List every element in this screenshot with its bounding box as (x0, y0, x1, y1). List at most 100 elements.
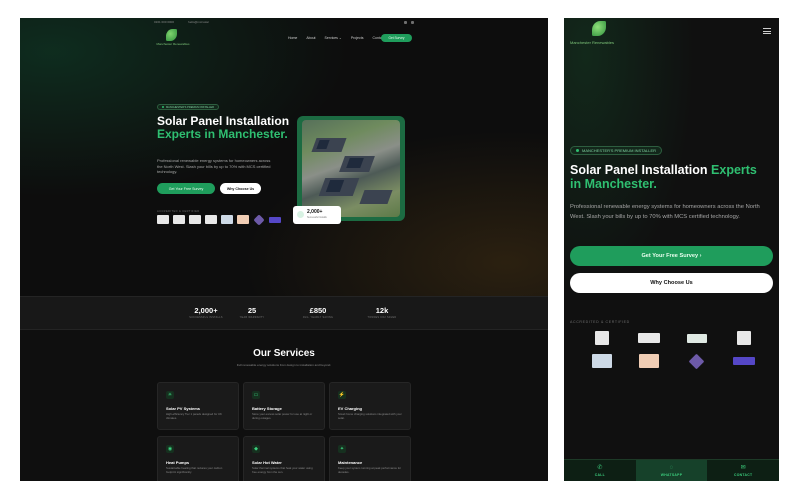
accredited-label: ACCREDITED & CERTIFIED (157, 210, 200, 213)
wrench-icon: ✦ (338, 445, 346, 453)
stat-label: TONNES CO2 SAVED (367, 316, 397, 319)
bottom-nav-contact[interactable]: ✉ CONTACT (707, 460, 779, 481)
bottom-nav-call[interactable]: ✆ CALL (564, 460, 636, 481)
napit-logo (189, 215, 201, 224)
service-title: Heat Pumps (166, 460, 190, 465)
stat-saving: £850 AVG. YEARLY SAVING (288, 306, 348, 319)
hero-badge-text: MANCHESTER'S PREMIUM INSTALLER (166, 105, 215, 109)
mobile-hero-title: Solar Panel Installation Experts in Manc… (570, 163, 770, 191)
service-title: EV Charging (338, 406, 363, 411)
service-title: Maintenance (338, 460, 363, 465)
stat-value: 25 (247, 306, 257, 315)
main-nav: Manchester Renewables Home About Service… (20, 28, 548, 52)
free-survey-button[interactable]: Get Your Free Survey (157, 183, 215, 194)
partner-logo (269, 216, 281, 223)
stat-card-label: Successful Installs (307, 216, 327, 219)
bottom-nav-whatsapp[interactable]: ◌ WHATSAPP (635, 460, 708, 481)
social-links (404, 20, 414, 24)
recc-logo (737, 331, 752, 345)
mobile-hero-description: Professional renewable energy systems fo… (570, 204, 760, 220)
service-title: Battery Storage (252, 406, 282, 411)
nav-item-home[interactable]: Home (288, 36, 297, 40)
services-subtitle: Full renewable energy solutions from des… (236, 363, 332, 367)
service-desc: Smart home charging solutions integrated… (338, 412, 402, 420)
mobile-accreditation-logos (578, 331, 768, 369)
accreditation-logos (157, 213, 281, 226)
facebook-icon[interactable] (404, 20, 407, 24)
top-bar: 0161 000 0000 hello@mcrsolar (20, 18, 548, 26)
stat-co2: 12k TONNES CO2 SAVED (352, 306, 412, 319)
hero-badge: MANCHESTER'S PREMIUM INSTALLER (157, 104, 220, 110)
services-title: Our Services (253, 348, 315, 359)
bottom-nav-label: CALL (594, 472, 605, 477)
service-card-maintenance[interactable]: ✦ Maintenance Keep your system running a… (329, 436, 411, 481)
leaf-logo-icon (166, 29, 177, 41)
mobile-hero-title-main: Solar Panel Installation (570, 163, 708, 177)
service-card-solar-pv[interactable]: ☀ Solar PV Systems High-efficiency Tier … (157, 382, 239, 430)
service-card-hot-water[interactable]: ◆ Solar Hot Water Solar thermal systems … (243, 436, 325, 481)
services-section: Our Services Full renewable energy solut… (20, 330, 548, 481)
battery-icon: ▭ (252, 391, 260, 399)
instagram-icon[interactable] (411, 20, 414, 24)
service-card-heat-pumps[interactable]: ◉ Heat Pumps Sustainable heating that re… (157, 436, 239, 481)
certification-logo (221, 215, 233, 224)
top-bar-email[interactable]: hello@mcrsolar (188, 20, 209, 24)
desktop-view: 0161 000 0000 hello@mcrsolar Manchester … (20, 18, 548, 481)
hero-title-accent: Experts (157, 126, 202, 141)
mobile-accredited-label: ACCREDITED & CERTIFIED (570, 320, 630, 324)
trustmark-logo (638, 333, 661, 343)
nav-cta-button[interactable]: Get Survey (381, 34, 412, 42)
service-title: Solar PV Systems (166, 406, 201, 411)
plug-icon: ⚡ (338, 391, 346, 399)
installs-stat-card: 2,000+ Successful Installs (293, 206, 341, 224)
nav-item-about[interactable]: About (306, 36, 315, 40)
badge-dot-icon (576, 149, 579, 152)
stat-value: 12k (375, 306, 389, 315)
top-bar-phone[interactable]: 0161 000 0000 (154, 20, 174, 24)
mobile-hero-badge-text: MANCHESTER'S PREMIUM INSTALLER (582, 148, 657, 153)
installer-logo (237, 215, 249, 224)
leaf-logo-icon (592, 21, 606, 36)
mcs-logo (157, 215, 169, 224)
stats-bar: 2,000+ SUCCESSFUL INSTALLS 25 YEAR WARRA… (20, 296, 548, 330)
stat-warranty: 25 YEAR WARRANTY (222, 306, 282, 319)
nav-item-projects[interactable]: Projects (351, 36, 364, 40)
installer-logo (639, 354, 660, 368)
service-card-battery[interactable]: ▭ Battery Storage Store your excess sola… (243, 382, 325, 430)
hero-section: 0161 000 0000 hello@mcrsolar Manchester … (20, 18, 548, 296)
logo[interactable]: Manchester Renewables (156, 29, 190, 49)
trustmark-logo (173, 215, 185, 224)
diamond-badge-logo (253, 213, 265, 226)
droplet-icon: ◆ (252, 445, 260, 453)
diamond-badge-logo (688, 353, 705, 369)
sun-icon: ☀ (166, 391, 174, 399)
service-desc: Sustainable heating that reduces your ca… (166, 466, 223, 474)
hamburger-menu-icon[interactable] (763, 28, 771, 34)
why-choose-us-button[interactable]: Why Choose Us (220, 183, 261, 194)
mobile-why-choose-us-button[interactable]: Why Choose Us (570, 273, 773, 293)
whatsapp-icon: ◌ (669, 464, 674, 471)
mcs-logo (594, 331, 609, 345)
mobile-logo[interactable]: Manchester Renewables (570, 20, 622, 46)
hero-description: Professional renewable energy systems fo… (157, 158, 271, 175)
mobile-hero-badge: MANCHESTER'S PREMIUM INSTALLER (570, 146, 663, 155)
service-card-ev[interactable]: ⚡ EV Charging Smart home charging soluti… (329, 382, 411, 430)
hero-title-accent-2: in Manchester. (204, 126, 288, 141)
nav-item-services[interactable]: Services ⌄ (325, 36, 342, 40)
recc-logo (205, 215, 217, 224)
mobile-view: Manchester Renewables MANCHESTER'S PREMI… (564, 18, 779, 481)
service-desc: Keep your system running at peak perform… (338, 466, 401, 474)
mobile-free-survey-button[interactable]: Get Your Free Survey › (570, 246, 773, 266)
check-icon (297, 211, 304, 218)
mobile-logo-text: Manchester Renewables (570, 40, 615, 45)
phone-icon: ✆ (597, 464, 603, 471)
nav-menu: Home About Services ⌄ Projects Contact (288, 36, 385, 40)
badge-dot-icon (162, 106, 164, 108)
bottom-nav-label: CONTACT (733, 472, 753, 477)
mobile-hero-title-accent-2: in Manchester. (570, 177, 657, 191)
service-title: Solar Hot Water (252, 460, 282, 465)
stat-card-value: 2,000+ (307, 209, 323, 215)
solar-roof-photo (302, 120, 400, 217)
logo-text: Manchester Renewables (156, 42, 190, 46)
hero-title: Solar Panel Installation Experts in Manc… (157, 115, 297, 140)
